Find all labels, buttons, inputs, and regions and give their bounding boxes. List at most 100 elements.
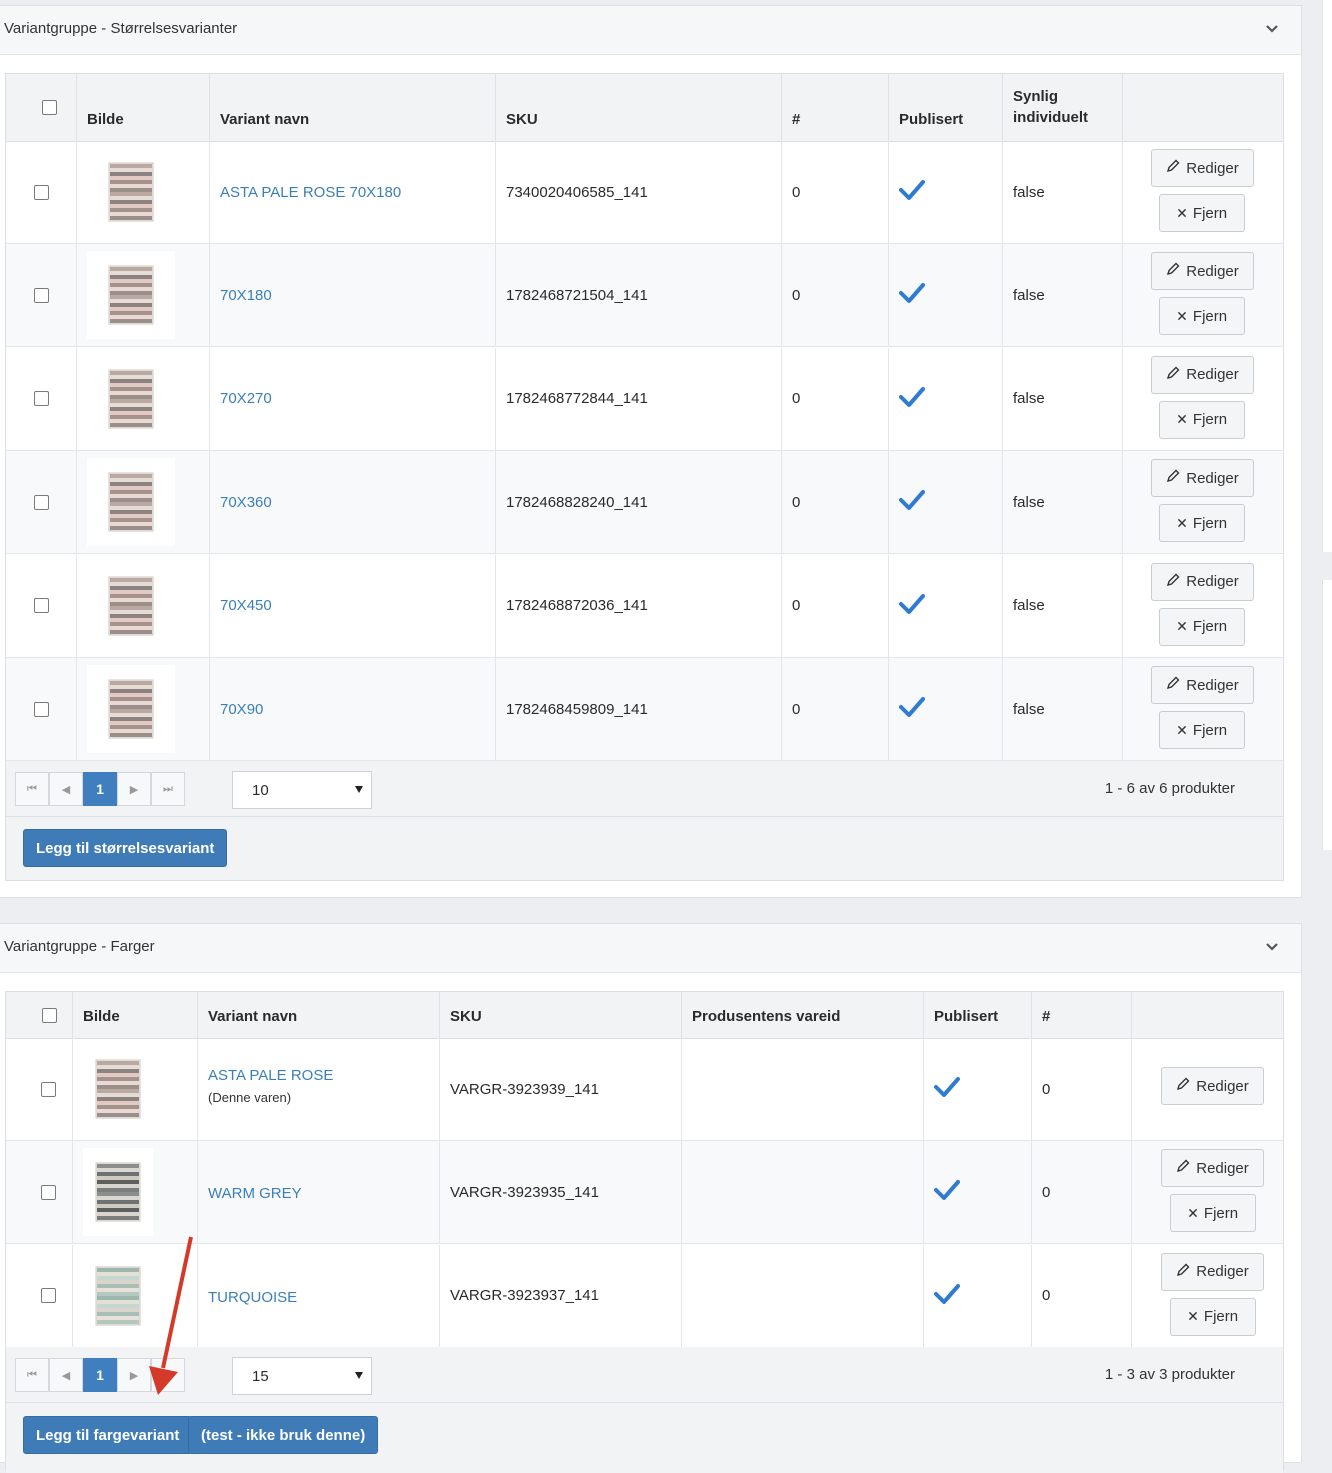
column-header-image[interactable]: Bilde	[72, 992, 197, 1038]
product-thumbnail[interactable]	[87, 251, 175, 340]
edit-button[interactable]: Rediger	[1151, 149, 1254, 187]
variant-name-link[interactable]: TURQUOISE	[208, 1289, 297, 1306]
sku-cell: VARGR-3923939_141	[439, 1038, 681, 1140]
variant-name-link[interactable]: WARM GREY	[208, 1185, 302, 1202]
remove-label: Fjern	[1192, 721, 1228, 739]
chevron-down-icon[interactable]	[1263, 937, 1281, 955]
column-header-name[interactable]: Variant navn	[197, 992, 439, 1038]
remove-button[interactable]: Fjern	[1170, 1194, 1256, 1233]
count-value: 0	[1042, 1183, 1051, 1201]
add-color-variant-button[interactable]: Legg til fargevariant	[23, 1416, 193, 1454]
variant-name-link[interactable]: 70X180	[220, 287, 272, 304]
select-all-checkbox[interactable]	[42, 100, 57, 115]
image-cell	[76, 347, 209, 450]
edit-button[interactable]: Rediger	[1161, 1149, 1264, 1188]
prev-page-icon[interactable]: ◀	[49, 1358, 83, 1392]
add-size-variant-button[interactable]: Legg til størrelsesvariant	[23, 829, 228, 867]
product-thumbnail[interactable]	[83, 1045, 153, 1133]
sku-value: 1782468459809_141	[506, 700, 648, 718]
checkmark-icon	[899, 386, 925, 412]
visible-value: false	[1013, 700, 1045, 718]
column-header-manufacturer-id[interactable]: Produsentens vareid	[681, 992, 923, 1038]
edit-button[interactable]: Rediger	[1151, 459, 1254, 498]
color-variant-footer: Legg til fargevariant (test - ikke bruk …	[6, 1403, 1283, 1473]
first-page-icon[interactable]: ⏮	[15, 772, 49, 806]
next-page-icon[interactable]: ▶	[117, 1358, 151, 1392]
x-icon	[1177, 308, 1193, 325]
row-checkbox[interactable]	[34, 598, 49, 614]
remove-button[interactable]: Fjern	[1159, 194, 1245, 232]
actions-cell: Rediger Fjern	[1131, 1141, 1283, 1244]
edit-button[interactable]: Rediger	[1151, 562, 1254, 601]
edit-button[interactable]: Rediger	[1161, 1067, 1264, 1105]
row-checkbox[interactable]	[41, 1081, 56, 1097]
select-all-checkbox[interactable]	[42, 1007, 57, 1023]
remove-button[interactable]: Fjern	[1159, 504, 1245, 543]
edit-button[interactable]: Rediger	[1151, 355, 1254, 394]
count-value: 0	[792, 183, 801, 201]
row-checkbox[interactable]	[34, 287, 49, 303]
published-cell	[888, 244, 1002, 347]
checkmark-icon	[899, 489, 925, 515]
row-checkbox[interactable]	[41, 1288, 56, 1304]
column-header-name[interactable]: Variant navn	[209, 74, 495, 141]
page-button-current[interactable]: 1	[83, 1358, 117, 1392]
page-size-select[interactable]: 10	[232, 771, 372, 809]
page-button-current[interactable]: 1	[83, 772, 117, 806]
prev-page-icon[interactable]: ◀	[49, 772, 83, 806]
column-header-visible[interactable]: Synlig individuelt	[1002, 74, 1122, 141]
variant-name-link[interactable]: ASTA PALE ROSE	[208, 1067, 333, 1084]
chevron-down-icon[interactable]	[1263, 19, 1281, 37]
column-header-count[interactable]: #	[1031, 992, 1131, 1038]
row-checkbox[interactable]	[34, 184, 49, 200]
variant-name-link[interactable]: 70X270	[220, 390, 272, 407]
column-header-sku[interactable]: SKU	[495, 74, 781, 141]
variant-name-link[interactable]: 70X90	[220, 701, 263, 718]
row-select-cell	[6, 451, 76, 553]
product-thumbnail[interactable]	[87, 665, 175, 753]
column-header-image[interactable]: Bilde	[76, 74, 209, 141]
image-cell	[72, 1038, 197, 1140]
side-panel-edge	[1322, 0, 1332, 552]
remove-button[interactable]: Fjern	[1159, 607, 1245, 646]
product-thumbnail[interactable]	[87, 148, 175, 236]
last-page-icon[interactable]: ⏭	[151, 772, 185, 806]
variant-name-link[interactable]: 70X360	[220, 494, 272, 511]
row-checkbox[interactable]	[41, 1184, 56, 1200]
product-thumbnail[interactable]	[87, 562, 175, 650]
column-header-published[interactable]: Publisert	[923, 992, 1031, 1038]
last-page-icon[interactable]: ⏭	[151, 1358, 185, 1392]
row-checkbox[interactable]	[34, 494, 49, 510]
variant-name-link[interactable]: 70X450	[220, 597, 272, 614]
product-thumbnail[interactable]	[87, 355, 175, 443]
remove-button[interactable]: Fjern	[1159, 400, 1245, 439]
first-page-icon[interactable]: ⏮	[15, 1358, 49, 1392]
color-variant-group-header[interactable]: Variantgruppe - Farger	[0, 924, 1301, 973]
row-checkbox[interactable]	[34, 701, 49, 717]
size-variant-pager: ⏮ ◀ 1 ▶ ⏭ 10 1 - 6 av 6 produkter	[6, 761, 1283, 817]
remove-button[interactable]: Fjern	[1159, 711, 1245, 749]
row-checkbox[interactable]	[34, 391, 49, 407]
x-icon	[1177, 411, 1193, 428]
variant-name-link[interactable]: ASTA PALE ROSE 70X180	[220, 184, 401, 201]
product-thumbnail[interactable]	[83, 1148, 153, 1237]
column-header-count[interactable]: #	[781, 74, 888, 141]
product-thumbnail[interactable]	[87, 458, 175, 547]
next-page-icon[interactable]: ▶	[117, 772, 151, 806]
edit-button[interactable]: Rediger	[1161, 1252, 1264, 1291]
remove-button[interactable]: Fjern	[1159, 297, 1245, 336]
sku-cell: VARGR-3923937_141	[439, 1244, 681, 1347]
column-header-sku[interactable]: SKU	[439, 992, 681, 1038]
edit-button[interactable]: Rediger	[1151, 252, 1254, 291]
image-cell	[72, 1141, 197, 1244]
column-header-published[interactable]: Publisert	[888, 74, 1002, 141]
size-variant-group-header[interactable]: Variantgruppe - Størrelsesvarianter	[0, 6, 1301, 55]
product-thumbnail[interactable]	[83, 1252, 153, 1340]
sku-cell: 7340020406585_141	[495, 141, 781, 243]
name-cell: 70X270	[209, 347, 495, 450]
remove-button[interactable]: Fjern	[1170, 1297, 1256, 1336]
page-size-select[interactable]: 15	[232, 1357, 372, 1395]
published-cell	[888, 554, 1002, 657]
edit-button[interactable]: Rediger	[1151, 666, 1254, 704]
test-button[interactable]: (test - ikke bruk denne)	[188, 1416, 379, 1454]
